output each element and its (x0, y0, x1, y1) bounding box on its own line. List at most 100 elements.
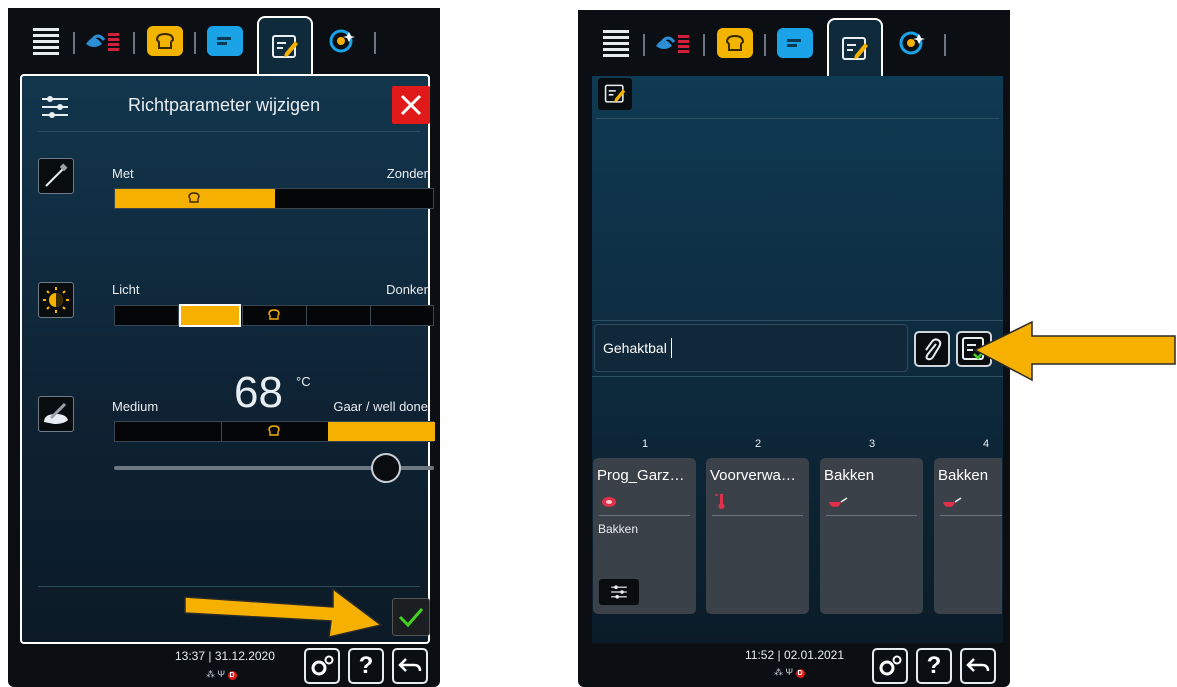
param2-left-label: Licht (112, 282, 140, 297)
close-button[interactable] (392, 86, 430, 124)
tab-automatic[interactable] (318, 22, 366, 60)
usb-icon: Ψ (785, 667, 794, 677)
param3-right-label: Gaar / well done (333, 399, 428, 414)
name-divider-bottom (592, 376, 1003, 377)
left-topbar (8, 8, 440, 76)
tab-automatic[interactable] (888, 24, 936, 62)
temperature-slider[interactable] (114, 453, 434, 483)
tab-bakery[interactable] (141, 22, 189, 60)
doneness-param-button[interactable] (38, 396, 74, 432)
steam-fire-icon (86, 33, 119, 51)
gears-icon (879, 655, 902, 676)
thermometer-icon (715, 494, 725, 509)
param2-selected-segment (179, 304, 241, 327)
tab-menu[interactable] (22, 22, 70, 60)
pan-icon (829, 497, 848, 507)
step-number: 4 (982, 438, 990, 450)
sliders-icon (42, 96, 68, 118)
left-status-bar: 13:37 | 31.12.2020 ⁂ Ψ D ? (8, 645, 440, 687)
confirm-button[interactable] (392, 598, 430, 636)
step-card[interactable]: Voorverwa… (706, 458, 809, 614)
close-icon (400, 94, 422, 116)
paperclip-icon (925, 338, 942, 361)
tab-edit[interactable] (257, 16, 313, 76)
bread-icon (717, 28, 753, 58)
tab-programs[interactable] (201, 22, 249, 60)
back-arrow-icon (966, 658, 990, 672)
tab-separator (643, 34, 645, 56)
temperature-unit: °C (296, 374, 311, 389)
tab-mode-steam-fire[interactable] (650, 24, 698, 62)
bar-segment (221, 422, 222, 441)
tab-separator (73, 32, 75, 54)
step-divider (940, 515, 1002, 516)
help-icon: ? (926, 652, 942, 679)
network-icon: ⁂ (206, 669, 215, 679)
param1-right-label: Zonder (386, 166, 428, 181)
step-card[interactable]: Bakken (820, 458, 923, 614)
bar-segment (370, 306, 371, 325)
help-button[interactable]: ? (916, 648, 952, 684)
tab-separator (133, 32, 135, 54)
cooking-path-icon (899, 31, 925, 55)
help-button[interactable]: ? (348, 648, 384, 684)
tab-edit[interactable] (827, 18, 883, 78)
core-temperature: 68 (234, 368, 283, 417)
step-card[interactable]: Bakken (934, 458, 1002, 614)
slider-knob[interactable] (371, 453, 401, 483)
bread-marker-icon (188, 192, 200, 203)
header-divider (38, 131, 420, 132)
text-cursor (671, 338, 672, 358)
step-number: 2 (754, 438, 762, 450)
meat-probe-icon (44, 402, 68, 424)
checkmark-icon (398, 608, 424, 628)
status-clock: 11:52 | 02.01.2021 (745, 648, 844, 662)
toolbar-divider (596, 118, 999, 119)
probe-param-button[interactable] (38, 158, 74, 194)
browning-icon (43, 287, 69, 313)
settings-button[interactable] (304, 648, 340, 684)
bread-marker-icon (268, 309, 280, 320)
annotation-arrow-left (184, 587, 383, 638)
status-icons: ⁂ Ψ D (206, 669, 237, 680)
right-status-bar: 11:52 | 02.01.2021 ⁂ Ψ D ? (578, 645, 1010, 687)
step-title: Prog_Garz… (597, 467, 685, 484)
tab-separator (194, 32, 196, 54)
step-title: Bakken (824, 467, 875, 484)
bar-segment (306, 306, 307, 325)
back-button[interactable] (960, 648, 996, 684)
menu-icon (603, 29, 629, 57)
tab-separator (374, 32, 376, 54)
bar-segment (242, 306, 243, 325)
cooking-path-icon (329, 29, 355, 53)
settings-button[interactable] (872, 648, 908, 684)
adjust-parameters-panel: Richtparameter wijzigen Met Zonder Licht… (20, 74, 435, 644)
param3-bar[interactable] (114, 421, 435, 442)
edit-mode-button[interactable] (598, 78, 632, 110)
program-name-input[interactable]: Gehaktbal (594, 324, 908, 372)
program-list-icon (777, 28, 813, 58)
step-divider (712, 515, 803, 516)
step-parameters-button[interactable] (599, 579, 639, 605)
tab-mode-steam-fire[interactable] (80, 22, 128, 60)
step-subtitle: Bakken (598, 522, 639, 536)
back-button[interactable] (392, 648, 428, 684)
tab-separator (764, 34, 766, 56)
status-date: 02.01.2021 (783, 648, 845, 662)
bread-icon (147, 26, 183, 56)
param1-bar[interactable] (114, 188, 434, 209)
attach-button[interactable] (914, 331, 950, 367)
steam-fire-icon (656, 35, 689, 53)
tab-bakery[interactable] (711, 24, 759, 62)
edit-note-icon (842, 37, 868, 60)
tab-programs[interactable] (771, 24, 819, 62)
step-number: 3 (868, 438, 876, 450)
param2-bar[interactable] (114, 304, 434, 327)
browning-param-button[interactable] (38, 282, 74, 318)
d-badge: D (795, 669, 805, 678)
program-name-value: Gehaktbal (603, 340, 667, 356)
meat-icon (602, 497, 616, 507)
tab-menu[interactable] (592, 24, 640, 62)
edit-note-icon (272, 35, 298, 58)
step-card[interactable]: Prog_Garz… Bakken (593, 458, 696, 614)
